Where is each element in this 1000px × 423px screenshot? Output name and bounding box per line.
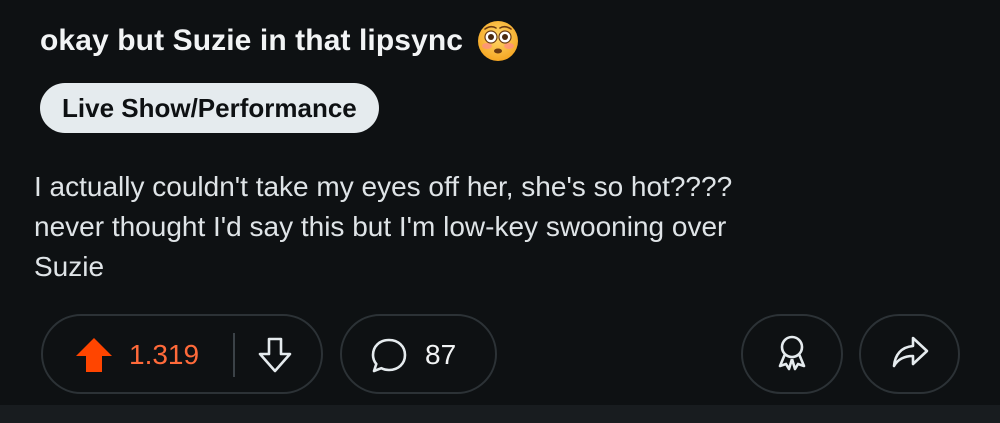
vote-divider xyxy=(233,333,235,377)
comment-bubble-icon xyxy=(369,336,409,374)
share-arrow-icon xyxy=(890,333,930,376)
downvote-arrow-icon[interactable] xyxy=(255,336,295,374)
bottom-divider-bar xyxy=(0,405,1000,423)
post-title[interactable]: okay but Suzie in that lipsync xyxy=(40,24,463,58)
post-body-text: I actually couldn't take my eyes off her… xyxy=(34,171,733,282)
award-button[interactable] xyxy=(741,314,843,394)
vote-count: 1.319 xyxy=(129,339,200,370)
vote-control: 1.319 xyxy=(41,314,323,394)
flushed-face-emoji-icon xyxy=(477,20,519,62)
comments-button[interactable]: 87 xyxy=(340,314,497,394)
post-flair-badge[interactable]: Live Show/Performance xyxy=(40,83,379,133)
award-ribbon-icon xyxy=(772,332,812,377)
share-button[interactable] xyxy=(859,314,960,394)
post-title-row: okay but Suzie in that lipsync xyxy=(40,18,519,64)
upvote-arrow-icon[interactable] xyxy=(74,336,114,374)
comment-count: 87 xyxy=(425,339,457,370)
post-card: okay but Suzie in that lipsync Live Show… xyxy=(0,0,1000,405)
